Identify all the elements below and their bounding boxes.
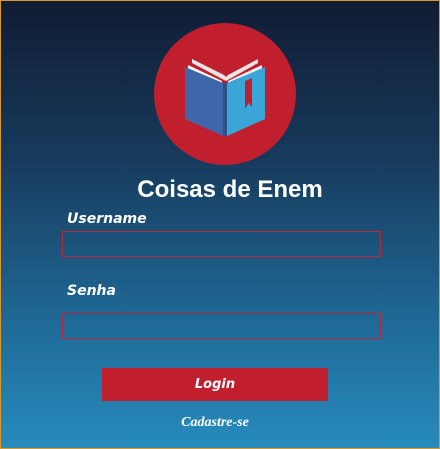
open-book-icon bbox=[185, 59, 265, 136]
password-label: Senha bbox=[67, 283, 116, 299]
signup-link[interactable]: Cadastre-se bbox=[1, 414, 429, 432]
login-screen: Coisas de Enem Username Senha Login Cada… bbox=[0, 0, 440, 449]
app-title: Coisas de Enem bbox=[137, 176, 323, 203]
username-input[interactable] bbox=[62, 231, 381, 257]
login-button[interactable]: Login bbox=[102, 368, 328, 401]
username-label: Username bbox=[67, 211, 147, 227]
password-input[interactable] bbox=[62, 313, 381, 339]
logo bbox=[154, 23, 296, 165]
